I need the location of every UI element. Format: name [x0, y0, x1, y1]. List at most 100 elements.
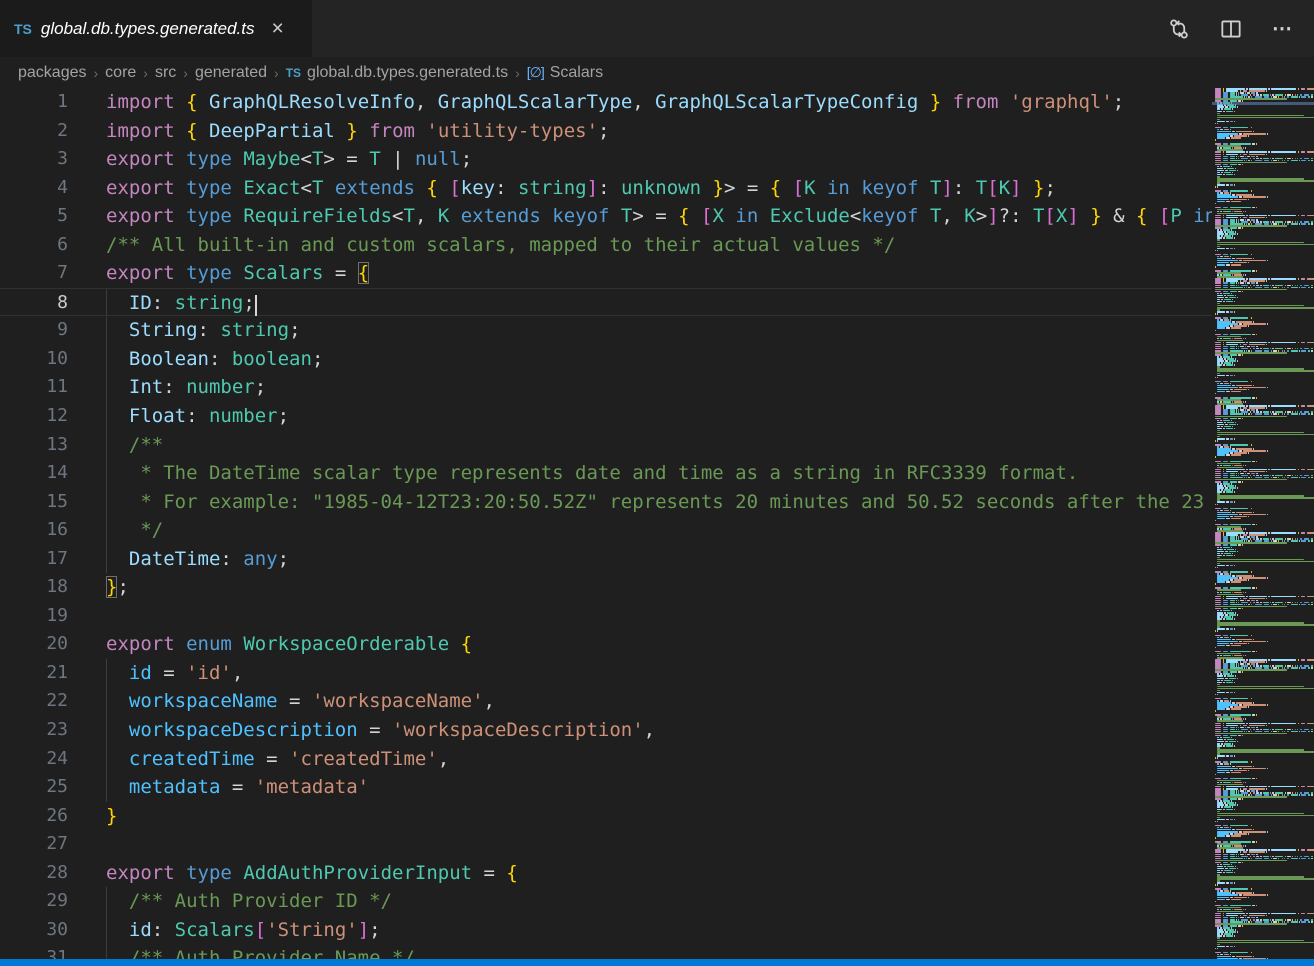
chevron-right-icon: › — [274, 65, 279, 81]
line-number: 1 — [0, 88, 68, 117]
text-cursor — [255, 295, 257, 316]
breadcrumb-item-src[interactable]: src — [155, 64, 176, 82]
bottom-accent-strip — [0, 959, 1314, 966]
code-line-26[interactable]: 26} — [0, 802, 1212, 831]
breadcrumb-item-file[interactable]: TSglobal.db.types.generated.ts — [286, 64, 508, 82]
code-text: workspaceDescription = 'workspaceDescrip… — [106, 716, 655, 745]
code-text: }; — [106, 573, 129, 602]
line-number: 20 — [0, 630, 68, 659]
code-line-17[interactable]: 17 DateTime: any; — [0, 545, 1212, 574]
code-text: createdTime = 'createdTime', — [106, 745, 449, 774]
code-line-3[interactable]: 3export type Maybe<T> = T | null; — [0, 145, 1212, 174]
code-line-30[interactable]: 30 id: Scalars['String']; — [0, 916, 1212, 945]
code-text: String: string; — [106, 316, 301, 345]
code-line-29[interactable]: 29 /** Auth Provider ID */ — [0, 887, 1212, 916]
code-text: export type RequireFields<T, K extends k… — [106, 202, 1212, 231]
line-number: 16 — [0, 516, 68, 545]
line-number: 31 — [0, 944, 68, 959]
minimap[interactable] — [1212, 88, 1314, 959]
code-line-13[interactable]: 13 /** — [0, 431, 1212, 460]
code-text: import { GraphQLResolveInfo, GraphQLScal… — [106, 88, 1124, 117]
code-line-6[interactable]: 6/** All built-in and custom scalars, ma… — [0, 231, 1212, 260]
code-line-8[interactable]: 8 ID: string; — [0, 288, 1212, 317]
code-line-20[interactable]: 20 export enum WorkspaceOrderable { — [0, 630, 1212, 659]
code-line-7[interactable]: 7 export type Scalars = { — [0, 259, 1212, 288]
code-line-9[interactable]: 9 String: string; — [0, 316, 1212, 345]
code-text: import { DeepPartial } from 'utility-typ… — [106, 117, 609, 146]
code-editor[interactable]: 1 import { GraphQLResolveInfo, GraphQLSca… — [0, 88, 1212, 959]
code-line-14[interactable]: 14 * The DateTime scalar type represents… — [0, 459, 1212, 488]
code-line-12[interactable]: 12 Float: number; — [0, 402, 1212, 431]
code-line-21[interactable]: 21 id = 'id', — [0, 659, 1212, 688]
code-line-28[interactable]: 28 export type AddAuthProviderInput = { — [0, 859, 1212, 888]
code-text: ID: string; — [106, 289, 257, 318]
line-number: 7 — [0, 259, 68, 288]
line-number: 9 — [0, 316, 68, 345]
code-line-25[interactable]: 25 metadata = 'metadata' — [0, 773, 1212, 802]
tab-title: global.db.types.generated.ts — [41, 19, 255, 39]
chevron-right-icon: › — [183, 65, 188, 81]
symbol-icon: [∅] — [527, 64, 544, 81]
code-text: export enum WorkspaceOrderable { — [106, 630, 472, 659]
breadcrumb: packages › core › src › generated › TSglobal.db.… — [0, 57, 1314, 88]
line-number: 13 — [0, 431, 68, 460]
code-line-10[interactable]: 10 Boolean: boolean; — [0, 345, 1212, 374]
code-text: } — [106, 802, 117, 831]
line-number: 10 — [0, 345, 68, 374]
code-line-22[interactable]: 22 workspaceName = 'workspaceName', — [0, 687, 1212, 716]
code-text: metadata = 'metadata' — [106, 773, 369, 802]
code-text: Int: number; — [106, 373, 266, 402]
code-text: /** Auth Provider ID */ — [106, 887, 392, 916]
chevron-right-icon: › — [94, 65, 99, 81]
more-actions-icon[interactable]: ⋯ — [1272, 16, 1294, 41]
vscode-window: TS global.db.types.generated.ts × — [0, 0, 1314, 966]
code-text: id: Scalars['String']; — [106, 916, 381, 945]
line-number: 18 — [0, 573, 68, 602]
code-text: Float: number; — [106, 402, 289, 431]
breadcrumb-item-generated[interactable]: generated — [195, 64, 267, 82]
code-line-1[interactable]: 1 import { GraphQLResolveInfo, GraphQLSca… — [0, 88, 1212, 117]
tab-global-db-types[interactable]: TS global.db.types.generated.ts × — [0, 0, 312, 57]
code-line-31[interactable]: 31 /** Auth Provider Name */ — [0, 944, 1212, 959]
breadcrumb-symbol-label: Scalars — [550, 64, 603, 82]
code-line-15[interactable]: 15 * For example: "1985-04-12T23:20:50.5… — [0, 488, 1212, 517]
line-number: 30 — [0, 916, 68, 945]
line-number: 14 — [0, 459, 68, 488]
line-number: 25 — [0, 773, 68, 802]
code-line-2[interactable]: 2 import { DeepPartial } from 'utility-ty… — [0, 117, 1212, 146]
breadcrumb-item-core[interactable]: core — [105, 64, 136, 82]
line-number: 27 — [0, 830, 68, 859]
code-text: /** Auth Provider Name */ — [106, 944, 415, 959]
code-line-27[interactable]: 27 — [0, 830, 1212, 859]
code-text: /** All built-in and custom scalars, map… — [106, 231, 895, 260]
line-number: 21 — [0, 659, 68, 688]
minimap-current-line-highlight — [1212, 102, 1314, 105]
code-line-5[interactable]: 5 export type RequireFields<T, K extends … — [0, 202, 1212, 231]
breadcrumb-item-symbol[interactable]: [∅] Scalars — [527, 64, 603, 82]
code-text: export type AddAuthProviderInput = { — [106, 859, 518, 888]
open-changes-icon[interactable] — [1168, 18, 1190, 40]
chevron-right-icon: › — [143, 65, 148, 81]
code-line-23[interactable]: 23 workspaceDescription = 'workspaceDesc… — [0, 716, 1212, 745]
code-line-4[interactable]: 4export type Exact<T extends { [key: str… — [0, 174, 1212, 203]
typescript-file-icon: TS — [286, 66, 301, 80]
line-number: 2 — [0, 117, 68, 146]
editor-actions: ⋯ — [1168, 0, 1314, 57]
code-line-18[interactable]: 18}; — [0, 573, 1212, 602]
tab-bar: TS global.db.types.generated.ts × — [0, 0, 1314, 57]
split-editor-icon[interactable] — [1220, 18, 1242, 40]
breadcrumb-item-packages[interactable]: packages — [18, 64, 87, 82]
code-line-11[interactable]: 11 Int: number; — [0, 373, 1212, 402]
code-line-16[interactable]: 16 */ — [0, 516, 1212, 545]
line-number: 11 — [0, 373, 68, 402]
code-line-24[interactable]: 24 createdTime = 'createdTime', — [0, 745, 1212, 774]
line-number: 28 — [0, 859, 68, 888]
line-number: 5 — [0, 202, 68, 231]
close-icon[interactable]: × — [272, 18, 284, 39]
code-line-19[interactable]: 19 — [0, 602, 1212, 631]
line-number: 19 — [0, 602, 68, 631]
chevron-right-icon: › — [515, 65, 520, 81]
code-text: export type Scalars = { — [106, 259, 369, 288]
line-number: 29 — [0, 887, 68, 916]
line-number: 22 — [0, 687, 68, 716]
